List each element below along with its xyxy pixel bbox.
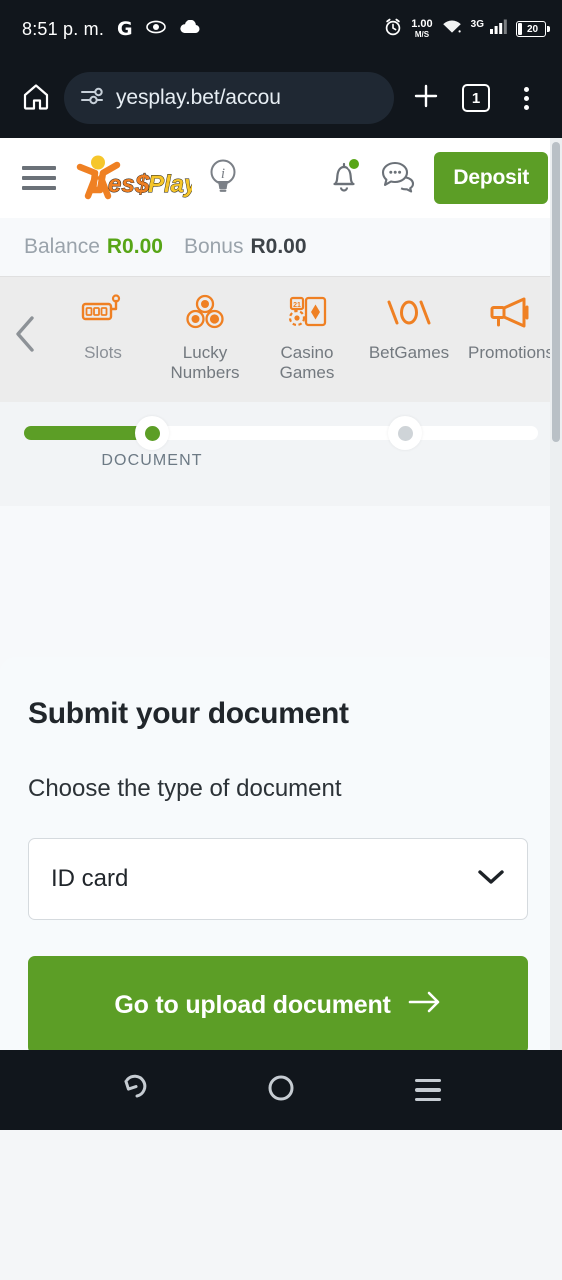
battery-fill bbox=[518, 23, 522, 35]
category-label: Casino Games bbox=[279, 343, 335, 382]
arrow-right-icon bbox=[408, 991, 442, 1020]
svg-text:i: i bbox=[221, 166, 225, 182]
network-speed-indicator: 1.00 M/S bbox=[411, 19, 432, 39]
balance-label: Balance bbox=[24, 235, 100, 258]
plus-icon bbox=[411, 81, 441, 116]
stepper-label-document: DOCUMENT bbox=[101, 452, 203, 469]
lightbulb-info-icon: i bbox=[206, 159, 240, 199]
category-item-betgames[interactable]: BetGames bbox=[358, 291, 460, 363]
alarm-icon bbox=[384, 18, 402, 41]
stepper-labels: DOCUMENT bbox=[24, 452, 538, 482]
stepper-progress-fill bbox=[24, 426, 152, 440]
category-label: Slots bbox=[84, 343, 122, 362]
battery-percent: 20 bbox=[526, 23, 539, 35]
network-speed-value: 1.00 bbox=[411, 18, 433, 30]
notifications-button[interactable] bbox=[326, 156, 362, 201]
signal-bars-icon bbox=[490, 19, 507, 39]
betgames-logo-icon bbox=[383, 291, 435, 335]
bonus-value: R0.00 bbox=[250, 235, 307, 258]
kebab-menu-icon bbox=[523, 86, 529, 110]
balance-value: R0.00 bbox=[106, 235, 163, 258]
balance-bar: Balance R0.00 Bonus R0.00 bbox=[0, 218, 562, 276]
home-button[interactable] bbox=[14, 76, 58, 120]
nav-back-button[interactable] bbox=[106, 1062, 162, 1118]
home-icon bbox=[21, 81, 51, 116]
stepper-node-document[interactable] bbox=[135, 416, 169, 450]
stepper-node-2[interactable] bbox=[388, 416, 422, 450]
document-type-value: ID card bbox=[51, 865, 129, 892]
deposit-button[interactable]: Deposit bbox=[434, 152, 548, 204]
cloud-icon bbox=[179, 19, 201, 39]
nav-home-button[interactable] bbox=[253, 1062, 309, 1118]
yesplay-logo[interactable]: es $ Play bbox=[70, 154, 199, 202]
svg-text:es: es bbox=[108, 171, 135, 198]
tab-count-badge: 1 bbox=[462, 84, 490, 112]
bonus-label: Bonus bbox=[183, 235, 244, 258]
android-status-bar: 8:51 p. m. G 1.00 M/S 3G 20 bbox=[0, 0, 562, 58]
back-arrow-icon bbox=[117, 1073, 151, 1108]
document-type-label: Choose the type of document bbox=[28, 775, 342, 802]
notification-badge-dot bbox=[347, 156, 362, 171]
new-tab-button[interactable] bbox=[404, 76, 448, 120]
network-speed-unit: M/S bbox=[414, 30, 430, 39]
browser-toolbar: yesplay.bet/accou 1 bbox=[0, 58, 562, 138]
kyc-progress-stepper: DOCUMENT bbox=[0, 402, 562, 506]
stepper-track bbox=[24, 416, 538, 450]
eye-icon bbox=[145, 20, 166, 39]
web-page-viewport: es $ Play i bbox=[0, 138, 562, 1050]
category-label: Lucky Numbers bbox=[170, 343, 240, 382]
network-type-label: 3G bbox=[470, 18, 484, 30]
android-nav-bar bbox=[0, 1050, 562, 1130]
category-item-casino-games[interactable]: 21 Casino Games bbox=[256, 291, 358, 382]
browser-menu-button[interactable] bbox=[504, 76, 548, 120]
page-scrollbar[interactable] bbox=[550, 138, 562, 1050]
site-menu-button[interactable] bbox=[22, 166, 56, 190]
document-submission-card: Submit your document Choose the type of … bbox=[0, 657, 556, 1050]
cta-label: Go to upload document bbox=[114, 990, 391, 1019]
chat-bubble-icon bbox=[379, 158, 417, 199]
svg-text:21: 21 bbox=[293, 302, 301, 309]
status-bar-left: 8:51 p. m. G bbox=[22, 18, 201, 40]
battery-icon: 20 bbox=[516, 21, 550, 37]
status-clock: 8:51 p. m. bbox=[22, 18, 105, 39]
megaphone-icon bbox=[486, 291, 536, 335]
category-label: BetGames bbox=[368, 343, 450, 362]
google-icon: G bbox=[117, 18, 133, 40]
page-title: Submit your document bbox=[28, 697, 349, 730]
site-header: es $ Play i bbox=[0, 138, 562, 218]
wifi-icon bbox=[442, 19, 462, 40]
tune-icon[interactable] bbox=[80, 86, 104, 111]
chevron-down-icon bbox=[477, 868, 505, 891]
phone-screen: 8:51 p. m. G 1.00 M/S 3G 20 yesplay.bet/… bbox=[0, 0, 562, 1280]
bell-icon bbox=[326, 162, 362, 200]
recents-icon bbox=[415, 1078, 442, 1102]
go-to-upload-document-button[interactable]: Go to upload document bbox=[28, 956, 528, 1050]
tab-switcher-button[interactable]: 1 bbox=[454, 76, 498, 120]
nav-recents-button[interactable] bbox=[400, 1062, 456, 1118]
category-item-lucky-numbers[interactable]: Lucky Numbers bbox=[154, 291, 256, 382]
category-list: Slots Lucky Numbers 21 Casino Games BetG… bbox=[52, 277, 562, 402]
lottery-balls-icon bbox=[182, 291, 228, 335]
chevron-left-icon bbox=[13, 314, 39, 359]
url-text: yesplay.bet/accou bbox=[116, 86, 281, 109]
category-item-promotions[interactable]: Promotions bbox=[460, 291, 562, 363]
chat-button[interactable] bbox=[376, 156, 420, 200]
home-circle-icon bbox=[266, 1073, 296, 1108]
document-type-select[interactable]: ID card bbox=[28, 838, 528, 920]
scrollbar-thumb[interactable] bbox=[552, 142, 560, 442]
svg-text:Play: Play bbox=[148, 171, 192, 198]
slot-machine-icon bbox=[80, 291, 126, 335]
category-scroll-left-button[interactable] bbox=[0, 314, 52, 365]
status-bar-right: 1.00 M/S 3G 20 bbox=[384, 18, 550, 41]
category-item-slots[interactable]: Slots bbox=[52, 291, 154, 363]
info-button[interactable]: i bbox=[206, 157, 240, 200]
playing-cards-icon: 21 bbox=[284, 291, 330, 335]
category-nav: Slots Lucky Numbers 21 Casino Games BetG… bbox=[0, 276, 562, 402]
category-label: Promotions bbox=[468, 343, 554, 362]
url-bar[interactable]: yesplay.bet/accou bbox=[64, 72, 394, 124]
